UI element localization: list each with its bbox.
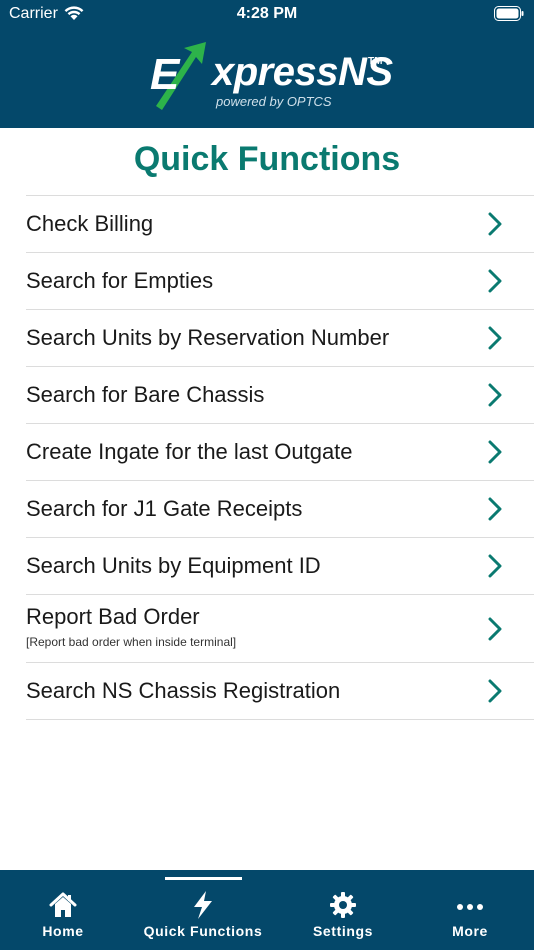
menu-item-label: Check Billing (26, 211, 154, 236)
tab-label: Settings (312, 923, 374, 939)
battery-icon (494, 6, 524, 21)
active-tab-indicator (165, 877, 242, 880)
chevron-right-icon (488, 617, 502, 640)
menu-item-label: Search Units by Equipment ID (26, 553, 321, 578)
lightning-icon (194, 891, 212, 919)
menu-item-subtitle: [Report bad order when inside terminal] (26, 635, 237, 649)
menu-item-search-empties[interactable]: Search for Empties (26, 253, 534, 310)
home-icon (49, 892, 77, 917)
menu-item-search-j1-receipts[interactable]: Search for J1 Gate Receipts (26, 481, 534, 538)
quick-functions-list: Check Billing Search for Empties Search … (26, 195, 534, 720)
logo-letter-e: E (150, 50, 179, 99)
chevron-right-icon (488, 679, 502, 703)
gear-icon (330, 892, 356, 918)
chevron-right-icon (488, 326, 502, 350)
status-time: 4:28 PM (236, 5, 298, 22)
menu-item-search-chassis-registration[interactable]: Search NS Chassis Registration (26, 663, 534, 720)
menu-item-create-ingate[interactable]: Create Ingate for the last Outgate (26, 424, 534, 481)
tab-more[interactable]: More (425, 870, 515, 950)
bottom-tab-bar: Home Quick Functions Settings More (0, 870, 534, 950)
tab-settings[interactable]: Settings (298, 870, 388, 950)
chevron-right-icon (488, 554, 502, 578)
logo-wordmark: xpressNS (212, 50, 393, 94)
logo-trademark: TM (368, 56, 383, 67)
menu-item-label: Search Units by Reservation Number (26, 325, 390, 350)
chevron-right-icon (488, 269, 502, 293)
menu-item-check-billing[interactable]: Check Billing (26, 196, 534, 253)
tab-quick-functions[interactable]: Quick Functions (135, 870, 271, 950)
tab-label: More (452, 923, 488, 939)
tab-home[interactable]: Home (18, 870, 108, 950)
menu-item-label: Search for J1 Gate Receipts (26, 496, 303, 521)
menu-item-search-reservation[interactable]: Search Units by Reservation Number (26, 310, 534, 367)
menu-item-label: Search for Empties (26, 268, 214, 293)
more-dots-icon (457, 904, 483, 910)
tab-label: Quick Functions (143, 923, 263, 939)
app-header: Carrier 4:28 PM E xpressNS TM powered by… (0, 0, 534, 128)
logo-tagline: powered by OPTCS (216, 94, 332, 109)
chevron-right-icon (488, 440, 502, 464)
status-bar: Carrier 4:28 PM (0, 0, 534, 28)
menu-item-label: Search for Bare Chassis (26, 382, 265, 407)
menu-item-search-equipment-id[interactable]: Search Units by Equipment ID (26, 538, 534, 595)
chevron-right-icon (488, 383, 502, 407)
menu-item-report-bad-order[interactable]: Report Bad Order [Report bad order when … (26, 595, 534, 663)
chevron-right-icon (488, 497, 502, 521)
menu-item-label: Search NS Chassis Registration (26, 678, 341, 703)
menu-item-label: Report Bad Order (26, 604, 200, 629)
page-title: Quick Functions (133, 140, 401, 178)
menu-item-label: Create Ingate for the last Outgate (26, 439, 353, 464)
tab-label: Home (42, 923, 84, 939)
chevron-right-icon (488, 212, 502, 236)
menu-item-search-bare-chassis[interactable]: Search for Bare Chassis (26, 367, 534, 424)
expressns-logo: E xpressNS TM powered by OPTCS (148, 42, 393, 114)
